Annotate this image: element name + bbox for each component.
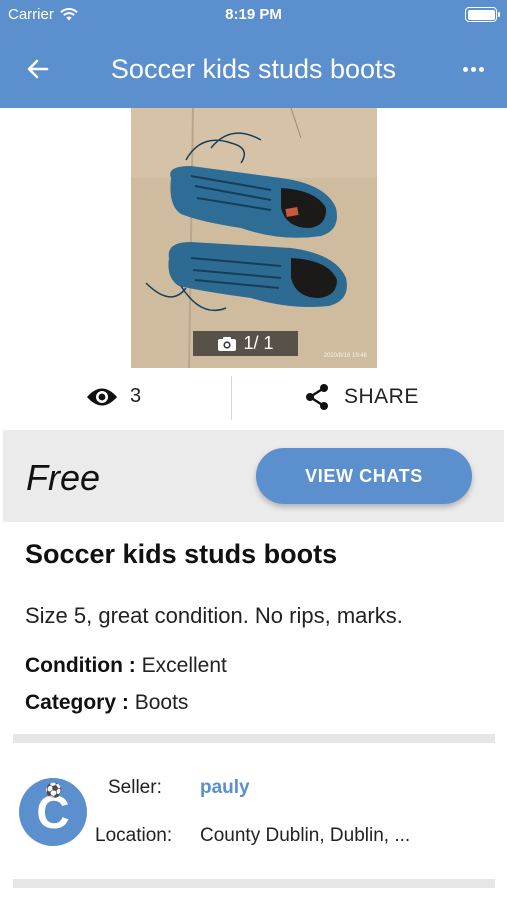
more-button[interactable] — [455, 51, 491, 87]
condition-label: Condition : — [25, 654, 136, 677]
product-photo[interactable]: 1/ 1 2020/8/16 19:46 — [131, 108, 377, 368]
photo-counter: 1/ 1 — [193, 331, 298, 356]
price-band: Free VIEW CHATS — [3, 430, 504, 522]
nav-bar: Soccer kids studs boots — [0, 30, 507, 108]
price-label: Free — [26, 457, 101, 498]
battery-icon — [465, 7, 500, 22]
back-button[interactable] — [20, 51, 56, 87]
stats-divider — [231, 376, 232, 420]
arrow-left-icon — [27, 59, 49, 79]
section-divider — [13, 734, 495, 743]
item-description: Size 5, great condition. No rips, marks. — [25, 603, 403, 628]
category-row: Category : Boots — [25, 691, 188, 715]
condition-row: Condition : Excellent — [25, 654, 227, 678]
more-dot — [462, 66, 468, 72]
seller-label: Seller: — [108, 777, 162, 798]
seller-avatar[interactable]: C ⚽ — [19, 778, 87, 846]
item-title: Soccer kids studs boots — [25, 539, 338, 569]
eye-icon — [87, 388, 117, 405]
status-bar: Carrier 8:19 PM — [0, 0, 507, 30]
page-title: Soccer kids studs boots — [110, 54, 397, 84]
view-count: 3 — [86, 385, 141, 408]
view-count-value: 3 — [130, 385, 142, 407]
view-chats-button[interactable]: VIEW CHATS — [256, 448, 472, 504]
camera-icon — [218, 336, 237, 351]
more-dot — [478, 66, 484, 72]
soccer-ball-icon: ⚽ — [45, 782, 63, 798]
location-value: County Dublin, Dublin, ... — [200, 825, 411, 846]
photo-date-stamp: 2020/8/16 19:46 — [323, 353, 367, 359]
share-label: SHARE — [344, 385, 419, 408]
share-button[interactable]: SHARE — [304, 383, 419, 411]
section-divider-bottom — [13, 879, 495, 888]
condition-value: Excellent — [141, 654, 227, 677]
category-label: Category : — [25, 691, 129, 714]
location-label: Location: — [95, 825, 173, 846]
stats-row: 3 SHARE — [0, 374, 507, 422]
share-icon — [306, 384, 328, 410]
status-time: 8:19 PM — [225, 6, 282, 23]
seller-name-link[interactable]: pauly — [200, 777, 250, 799]
photo-counter-text: 1/ 1 — [243, 333, 274, 353]
boots-image — [131, 108, 377, 368]
category-value: Boots — [134, 691, 189, 714]
more-dot — [470, 66, 476, 72]
